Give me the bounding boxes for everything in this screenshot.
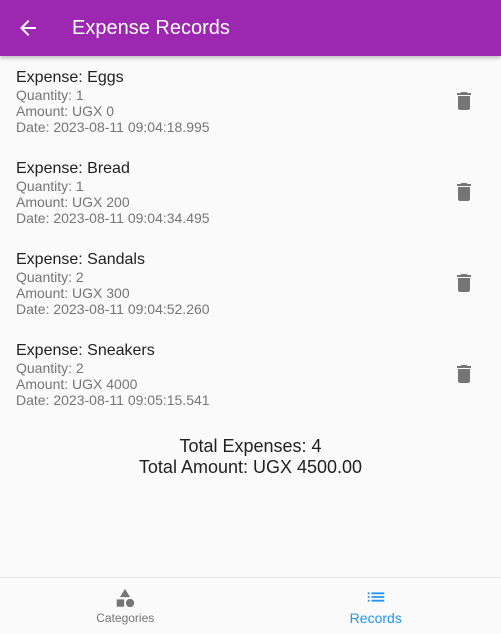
record-amount: Amount: UGX 4000 xyxy=(16,376,138,392)
totals-summary: Total Expenses: 4 Total Amount: UGX 4500… xyxy=(0,436,501,478)
record-title: Expense: Sandals xyxy=(16,251,145,268)
record-quantity: Quantity: 1 xyxy=(16,87,84,103)
arrow-back-icon xyxy=(20,20,36,36)
nav-item-categories[interactable]: Categories xyxy=(0,578,251,634)
record-title: Expense: Eggs xyxy=(16,69,124,86)
delete-icon xyxy=(457,365,471,383)
record-date: Date: 2023-08-11 09:04:18.995 xyxy=(16,119,210,135)
nav-item-records[interactable]: Records xyxy=(251,578,501,634)
list-item: Expense: Bread Quantity: 1 Amount: UGX 2… xyxy=(0,147,501,238)
record-quantity: Quantity: 2 xyxy=(16,269,84,285)
nav-label-records: Records xyxy=(349,610,402,626)
record-amount: Amount: UGX 0 xyxy=(16,103,115,119)
page-title: Expense Records xyxy=(72,16,230,39)
delete-button[interactable] xyxy=(451,88,477,114)
delete-icon xyxy=(457,183,471,201)
app-bar: Expense Records xyxy=(0,0,501,56)
shapes-icon xyxy=(117,588,135,608)
record-amount: Amount: UGX 300 xyxy=(16,285,130,301)
record-quantity: Quantity: 1 xyxy=(16,178,84,194)
record-date: Date: 2023-08-11 09:04:52.260 xyxy=(16,301,210,317)
record-date: Date: 2023-08-11 09:05:15.541 xyxy=(16,392,210,408)
list-item: Expense: Eggs Quantity: 1 Amount: UGX 0 … xyxy=(0,56,501,147)
list-item: Expense: Sneakers Quantity: 2 Amount: UG… xyxy=(0,329,501,420)
total-amount: Total Amount: UGX 4500.00 xyxy=(138,457,363,477)
delete-button[interactable] xyxy=(451,361,477,387)
record-amount: Amount: UGX 200 xyxy=(16,194,130,210)
total-expenses: Total Expenses: 4 xyxy=(179,436,322,456)
nav-label-categories: Categories xyxy=(96,611,155,625)
delete-button[interactable] xyxy=(451,179,477,205)
bottom-navigation: Categories Records xyxy=(0,577,501,634)
list-icon xyxy=(367,592,384,602)
record-quantity: Quantity: 2 xyxy=(16,360,84,376)
record-title: Expense: Sneakers xyxy=(16,342,155,359)
back-button[interactable] xyxy=(0,0,56,56)
delete-icon xyxy=(457,92,471,110)
delete-icon xyxy=(457,274,471,292)
records-list: Expense: Eggs Quantity: 1 Amount: UGX 0 … xyxy=(0,56,501,420)
delete-button[interactable] xyxy=(451,270,477,296)
list-item: Expense: Sandals Quantity: 2 Amount: UGX… xyxy=(0,238,501,329)
record-title: Expense: Bread xyxy=(16,160,130,177)
record-date: Date: 2023-08-11 09:04:34.495 xyxy=(16,210,210,226)
